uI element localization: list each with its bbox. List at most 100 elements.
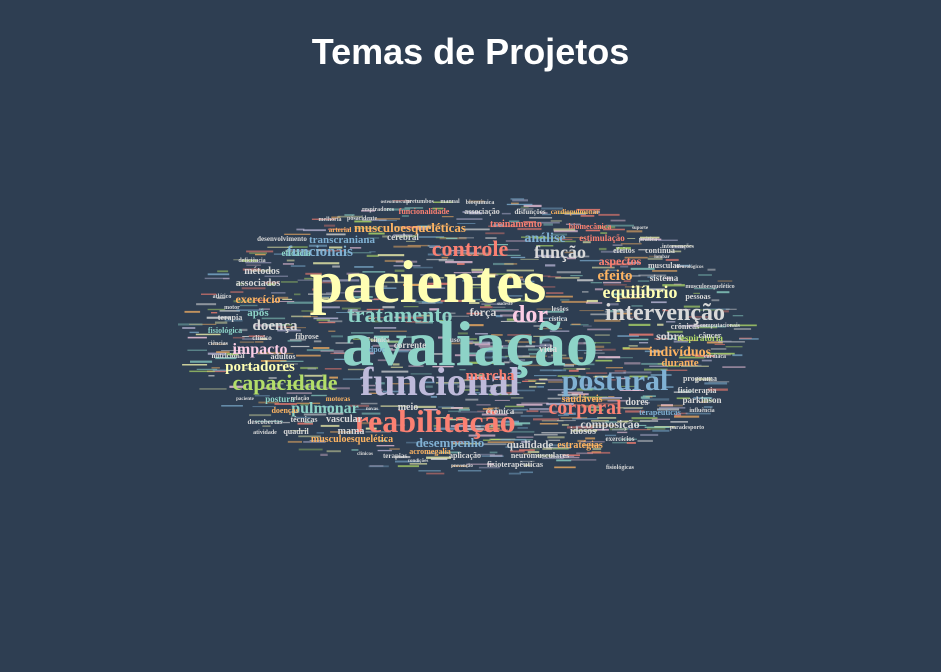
cloud-filler-mark	[296, 354, 321, 357]
cloud-word: manual	[440, 199, 460, 205]
cloud-word: clínica	[370, 336, 390, 344]
cloud-word: fisiológicas	[606, 465, 635, 471]
cloud-filler-mark	[282, 298, 293, 300]
cloud-word: novas	[366, 407, 378, 412]
cloud-filler-mark	[732, 354, 743, 357]
cloud-word: estimulação	[579, 233, 625, 243]
cloud-filler-mark	[280, 281, 298, 283]
cloud-word: equilíbrio	[602, 282, 677, 302]
cloud-word: uso	[450, 336, 461, 344]
cloud-filler-mark	[376, 445, 395, 447]
cloud-word: fisioterapia	[678, 386, 717, 395]
cloud-filler-mark	[430, 458, 448, 460]
cloud-word: clínico	[252, 334, 272, 342]
cloud-filler-mark	[545, 295, 573, 298]
cloud-filler-mark	[501, 212, 511, 215]
cloud-word: deficiência	[238, 258, 265, 264]
cloud-filler-mark	[184, 310, 201, 313]
cloud-word: sudeste	[497, 302, 513, 307]
cloud-filler-mark	[516, 403, 543, 406]
cloud-filler-mark	[598, 247, 607, 251]
cloud-word: melhoria	[319, 217, 342, 223]
cloud-filler-mark	[651, 418, 670, 420]
cloud-filler-mark	[561, 300, 588, 303]
cloud-word: parkinson	[682, 395, 721, 405]
cloud-word: associação	[464, 207, 500, 216]
cloud-filler-mark	[249, 414, 272, 417]
cloud-filler-mark	[598, 213, 620, 216]
cloud-filler-mark	[290, 345, 310, 348]
cloud-filler-mark	[554, 466, 576, 469]
cloud-filler-mark	[535, 382, 546, 385]
cloud-filler-mark	[526, 410, 539, 413]
cloud-filler-mark	[242, 336, 249, 338]
cloud-filler-mark	[520, 415, 543, 417]
cloud-word: lesões	[551, 305, 568, 313]
cloud-filler-mark	[204, 277, 230, 280]
cloud-filler-mark	[710, 348, 727, 350]
cloud-word: idosos	[570, 426, 596, 437]
cloud-word: relação	[291, 396, 310, 402]
cloud-filler-mark	[282, 421, 290, 424]
cloud-word: disfunções	[514, 208, 545, 216]
cloud-filler-mark	[570, 459, 597, 461]
cloud-filler-mark	[290, 265, 306, 267]
cloud-filler-mark	[182, 364, 208, 366]
cloud-word: prática	[639, 237, 657, 243]
cloud-filler-mark	[327, 320, 343, 323]
cloud-word: pessoas	[685, 292, 710, 301]
cloud-word: nutricional	[211, 352, 244, 360]
cloud-word: cerebral	[387, 232, 419, 242]
cloud-word: biomecânica	[569, 222, 612, 231]
cloud-filler-mark	[561, 424, 569, 426]
cloud-filler-mark	[639, 420, 659, 422]
cloud-filler-mark	[457, 470, 482, 472]
cloud-filler-mark	[557, 420, 576, 422]
cloud-filler-mark	[182, 327, 196, 329]
cloud-filler-mark	[178, 323, 203, 326]
cloud-word: doença	[253, 318, 299, 334]
cloud-filler-mark	[622, 347, 630, 350]
cloud-word: doenças	[271, 406, 298, 415]
cloud-word: acromegalia	[409, 447, 451, 456]
cloud-word: computacionais	[700, 323, 741, 329]
cloud-filler-mark	[670, 421, 688, 423]
cloud-word: bioquímica	[466, 200, 495, 206]
cloud-filler-mark	[585, 302, 603, 304]
cloud-filler-mark	[725, 308, 737, 310]
cloud-filler-mark	[207, 308, 226, 311]
cloud-word: adultos	[271, 352, 296, 361]
cloud-filler-mark	[196, 303, 217, 306]
cloud-filler-mark	[506, 203, 533, 206]
cloud-word: desenvolvimento	[257, 235, 307, 243]
cloud-filler-mark	[521, 402, 549, 404]
cloud-word: quadril	[283, 427, 309, 436]
cloud-filler-mark	[556, 271, 581, 274]
cloud-filler-mark	[490, 438, 500, 441]
cloud-filler-mark	[541, 432, 567, 434]
cloud-filler-mark	[529, 385, 537, 388]
cloud-word: dpoc	[369, 345, 386, 354]
cloud-word: cística	[549, 315, 568, 323]
cloud-filler-mark	[481, 455, 504, 457]
cloud-word: atividade	[253, 430, 277, 436]
cloud-filler-mark	[534, 433, 558, 436]
cloud-filler-mark	[732, 315, 744, 317]
cloud-word: paciente	[236, 397, 255, 402]
cloud-filler-mark	[377, 449, 392, 452]
cloud-filler-mark	[207, 273, 230, 276]
cloud-filler-mark	[397, 465, 419, 468]
cloud-filler-mark	[550, 220, 562, 222]
cloud-filler-mark	[232, 336, 245, 339]
cloud-word: influência	[689, 408, 714, 414]
cloud-filler-mark	[211, 312, 218, 314]
cloud-filler-mark	[646, 427, 666, 430]
cloud-filler-mark	[546, 292, 564, 294]
cloud-filler-mark	[217, 270, 229, 273]
cloud-word: dores	[625, 397, 648, 408]
cloud-word: atlético	[213, 294, 232, 300]
cloud-filler-mark	[539, 423, 559, 425]
cloud-filler-mark	[714, 343, 725, 345]
cloud-word: clínicos	[357, 452, 373, 457]
cloud-filler-mark	[722, 366, 746, 368]
